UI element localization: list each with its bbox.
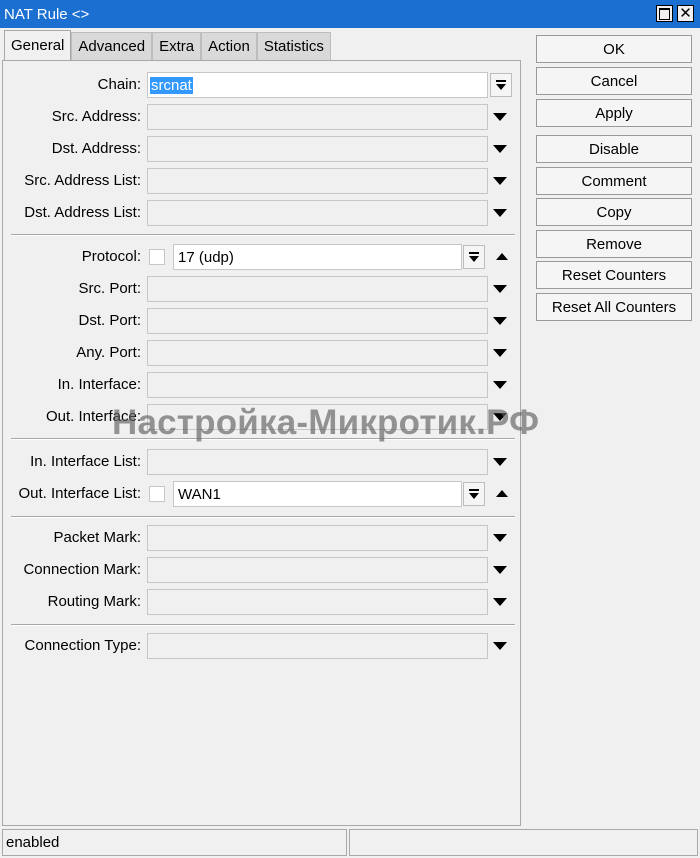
connection-mark-row: Connection Mark:	[3, 554, 522, 586]
src-address-list-expand-icon[interactable]	[493, 177, 507, 185]
dst-port-input[interactable]	[147, 308, 488, 334]
chain-dropdown-button[interactable]	[490, 73, 512, 97]
connection-mark-label: Connection Mark:	[23, 561, 141, 578]
copy-button[interactable]: Copy	[536, 198, 692, 226]
connection-mark-expand-icon[interactable]	[493, 566, 507, 574]
tab-bar: General Advanced Extra Action Statistics	[4, 30, 331, 60]
chain-row: Chain: srcnat	[3, 69, 522, 101]
protocol-dropdown-button[interactable]	[463, 245, 485, 269]
disable-button[interactable]: Disable	[536, 135, 692, 163]
dst-address-list-label: Dst. Address List:	[24, 204, 141, 221]
src-port-label: Src. Port:	[78, 280, 141, 297]
dst-port-expand-icon[interactable]	[493, 317, 507, 325]
out-interface-list-value: WAN1	[178, 486, 221, 503]
divider	[11, 516, 515, 518]
status-text: enabled	[2, 829, 347, 856]
window-title: NAT Rule <>	[4, 5, 90, 23]
chain-value: srcnat	[150, 77, 193, 94]
close-icon[interactable]: ✕	[677, 5, 694, 22]
protocol-row: Protocol: 17 (udp)	[3, 241, 522, 273]
in-interface-input[interactable]	[147, 372, 488, 398]
src-port-row: Src. Port:	[3, 273, 522, 305]
chain-label: Chain:	[97, 76, 141, 93]
protocol-collapse-icon[interactable]	[496, 253, 508, 260]
window-titlebar: NAT Rule <>	[0, 0, 700, 28]
connection-type-input[interactable]	[147, 633, 488, 659]
comment-button[interactable]: Comment	[536, 167, 692, 195]
out-interface-list-dropdown-button[interactable]	[463, 482, 485, 506]
routing-mark-label: Routing Mark:	[47, 593, 141, 610]
out-interface-list-label: Out. Interface List:	[18, 485, 141, 502]
packet-mark-row: Packet Mark:	[3, 522, 522, 554]
remove-button[interactable]: Remove	[536, 230, 692, 258]
src-address-row: Src. Address:	[3, 101, 522, 133]
divider	[11, 234, 515, 236]
routing-mark-input[interactable]	[147, 589, 488, 615]
tab-extra[interactable]: Extra	[152, 32, 202, 60]
protocol-negate-checkbox[interactable]	[149, 249, 165, 265]
tab-action[interactable]: Action	[201, 32, 257, 60]
dst-address-input[interactable]	[147, 136, 488, 162]
src-address-list-label: Src. Address List:	[24, 172, 141, 189]
dst-port-label: Dst. Port:	[78, 312, 141, 329]
in-interface-list-row: In. Interface List:	[3, 446, 522, 478]
any-port-input[interactable]	[147, 340, 488, 366]
chain-input[interactable]: srcnat	[147, 72, 488, 98]
connection-mark-input[interactable]	[147, 557, 488, 583]
dst-address-list-row: Dst. Address List:	[3, 197, 522, 229]
src-port-expand-icon[interactable]	[493, 285, 507, 293]
connection-type-row: Connection Type:	[3, 630, 522, 662]
connection-type-label: Connection Type:	[24, 637, 141, 654]
routing-mark-row: Routing Mark:	[3, 586, 522, 618]
packet-mark-expand-icon[interactable]	[493, 534, 507, 542]
packet-mark-label: Packet Mark:	[53, 529, 141, 546]
dst-port-row: Dst. Port:	[3, 305, 522, 337]
in-interface-list-expand-icon[interactable]	[493, 458, 507, 466]
dst-address-list-expand-icon[interactable]	[493, 209, 507, 217]
in-interface-list-input[interactable]	[147, 449, 488, 475]
src-address-label: Src. Address:	[51, 108, 141, 125]
in-interface-label: In. Interface:	[57, 376, 141, 393]
src-address-list-input[interactable]	[147, 168, 488, 194]
src-address-expand-icon[interactable]	[493, 113, 507, 121]
out-interface-list-negate-checkbox[interactable]	[149, 486, 165, 502]
reset-all-counters-button[interactable]: Reset All Counters	[536, 293, 692, 321]
dst-address-expand-icon[interactable]	[493, 145, 507, 153]
any-port-label: Any. Port:	[76, 344, 141, 361]
divider	[11, 624, 515, 626]
tab-statistics[interactable]: Statistics	[256, 32, 331, 60]
in-interface-expand-icon[interactable]	[493, 381, 507, 389]
connection-type-expand-icon[interactable]	[493, 642, 507, 650]
out-interface-list-input[interactable]: WAN1	[173, 481, 462, 507]
status-bar: enabled	[0, 828, 700, 858]
tab-advanced[interactable]: Advanced	[71, 32, 153, 60]
in-interface-list-label: In. Interface List:	[30, 453, 141, 470]
src-address-input[interactable]	[147, 104, 488, 130]
routing-mark-expand-icon[interactable]	[493, 598, 507, 606]
any-port-expand-icon[interactable]	[493, 349, 507, 357]
protocol-input[interactable]: 17 (udp)	[173, 244, 462, 270]
cancel-button[interactable]: Cancel	[536, 67, 692, 95]
protocol-label: Protocol:	[81, 248, 141, 265]
status-right-pane	[349, 829, 698, 856]
apply-button[interactable]: Apply	[536, 99, 692, 127]
src-address-list-row: Src. Address List:	[3, 165, 522, 197]
out-interface-list-row: Out. Interface List: WAN1	[3, 478, 522, 510]
tab-general[interactable]: General	[4, 30, 72, 60]
reset-counters-button[interactable]: Reset Counters	[536, 261, 692, 289]
out-interface-list-collapse-icon[interactable]	[496, 490, 508, 497]
dst-address-list-input[interactable]	[147, 200, 488, 226]
any-port-row: Any. Port:	[3, 337, 522, 369]
packet-mark-input[interactable]	[147, 525, 488, 551]
watermark: Настройка-Микротик.РФ	[112, 403, 540, 442]
general-panel: Chain: srcnat Src. Address: Dst. Address…	[2, 60, 521, 826]
protocol-value: 17 (udp)	[178, 249, 234, 266]
ok-button[interactable]: OK	[536, 35, 692, 63]
dst-address-label: Dst. Address:	[51, 140, 141, 157]
src-port-input[interactable]	[147, 276, 488, 302]
maximize-icon[interactable]	[656, 5, 673, 22]
in-interface-row: In. Interface:	[3, 369, 522, 401]
dst-address-row: Dst. Address:	[3, 133, 522, 165]
